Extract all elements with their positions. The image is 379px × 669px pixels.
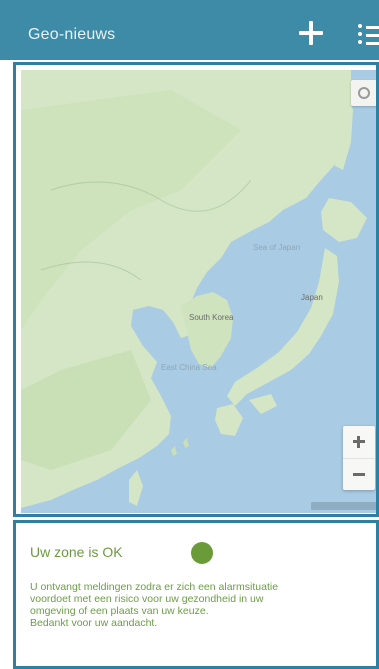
label-japan: Japan (301, 293, 323, 302)
status-card: Uw zone is OK U ontvangt meldingen zodra… (13, 520, 379, 669)
info-line: omgeving of een plaats van uw keuze. (30, 605, 209, 617)
map-view[interactable]: Sea of Japan South Korea Japan East Chin… (21, 70, 376, 513)
map-attribution[interactable] (311, 502, 376, 510)
info-text: U ontvangt meldingen zodra er zich een a… (30, 581, 376, 629)
label-east-china-sea: East China Sea (161, 363, 217, 372)
list-menu-button[interactable] (356, 22, 379, 46)
app-bar: Geo-nieuws (0, 0, 379, 60)
zoom-control (343, 426, 375, 490)
status-label: Uw zone is OK (30, 544, 123, 560)
my-location-icon (358, 87, 370, 99)
add-button[interactable] (296, 18, 326, 48)
my-location-button[interactable] (351, 80, 376, 106)
zoom-in-button[interactable] (343, 426, 375, 458)
status-indicator (191, 542, 213, 564)
info-line: Bedankt voor uw aandacht. (30, 617, 158, 629)
label-sea-of-japan: Sea of Japan (253, 243, 300, 252)
map-container: Sea of Japan South Korea Japan East Chin… (13, 62, 379, 517)
minus-icon (353, 473, 365, 476)
zoom-out-button[interactable] (343, 458, 375, 490)
label-korea: South Korea (189, 313, 234, 322)
info-line: U ontvangt meldingen zodra er zich een a… (30, 581, 279, 593)
map-tiles: Sea of Japan South Korea Japan East Chin… (21, 70, 376, 513)
info-line: voordoet met een risico voor uw gezondhe… (30, 593, 264, 605)
list-menu-icon (358, 24, 362, 48)
status-row: Uw zone is OK (30, 541, 123, 563)
app-title: Geo-nieuws (28, 26, 116, 43)
